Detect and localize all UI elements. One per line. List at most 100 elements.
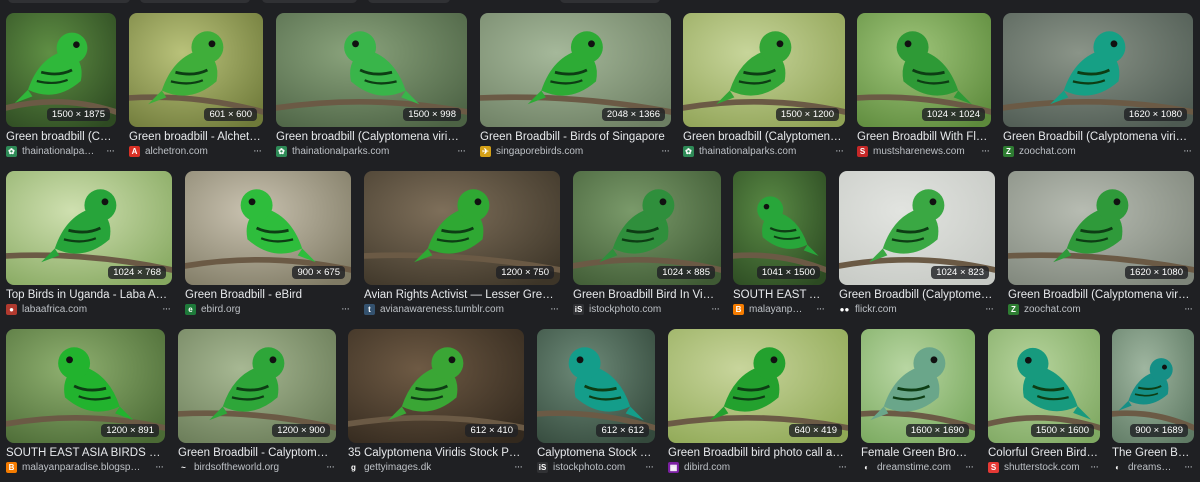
image-result-card[interactable]: 1620 × 1080 Green Broadbill (Calyptomena … (1003, 13, 1193, 159)
result-title[interactable]: Green broadbill - Alchetron, The Fr... (129, 130, 261, 144)
result-title[interactable]: 35 Calyptomena Viridis Stock Photos, Hig… (348, 446, 522, 460)
result-thumbnail[interactable]: 1024 × 768 (6, 171, 172, 285)
filter-chip[interactable] (140, 0, 250, 3)
image-result-card[interactable]: 612 × 410 35 Calyptomena Viridis Stock Ph… (348, 329, 524, 475)
result-source[interactable]: ● labaafrica.com (6, 302, 152, 316)
filter-chip[interactable] (368, 0, 450, 3)
more-options-icon[interactable]: ··· (162, 302, 171, 316)
result-thumbnail[interactable]: 900 × 1689 (1112, 329, 1194, 443)
result-source[interactable]: Bmalayanparadis... (733, 302, 806, 316)
result-source[interactable]: Zzoochat.com (1003, 144, 1173, 158)
result-thumbnail[interactable]: 1200 × 891 (6, 329, 165, 443)
result-source[interactable]: ▦ dibird.com (668, 460, 828, 474)
result-title[interactable]: The Green Broadbill ... (1112, 446, 1192, 460)
result-source[interactable]: ◐ dreamstime... (1112, 460, 1174, 474)
result-title[interactable]: Green Broadbill Bird In Vivid Color Cal.… (573, 288, 719, 302)
result-source[interactable]: ✿ thainationalparks.com (6, 144, 96, 158)
result-thumbnail[interactable]: 900 × 675 (185, 171, 351, 285)
more-options-icon[interactable]: ··· (457, 144, 466, 158)
filter-chip[interactable] (560, 0, 660, 3)
more-options-icon[interactable]: ··· (326, 460, 335, 474)
image-result-card[interactable]: 900 × 675 Green Broadbill - eBird e ebird.o… (185, 171, 351, 317)
more-options-icon[interactable]: ··· (1183, 144, 1192, 158)
result-title[interactable]: Top Birds in Uganda - Laba Africa Expedi… (6, 288, 170, 302)
more-options-icon[interactable]: ··· (835, 144, 844, 158)
more-options-icon[interactable]: ··· (711, 302, 720, 316)
result-source[interactable]: e ebird.org (185, 302, 331, 316)
result-thumbnail[interactable]: 601 × 600 (129, 13, 263, 127)
result-thumbnail[interactable]: 1620 × 1080 (1003, 13, 1193, 127)
image-result-card[interactable]: 1500 × 1875 Green broadbill (Calyptomena … (6, 13, 116, 159)
image-result-card[interactable]: 900 × 1689 The Green Broadbill ...◐ dreams… (1112, 329, 1194, 475)
image-result-card[interactable]: 1500 × 1600 Colorful Green Bird Male Gre.… (988, 329, 1100, 475)
filter-chip[interactable] (262, 0, 357, 3)
image-result-card[interactable]: 612 × 612 Calyptomena Stock Photos, Pi...… (537, 329, 655, 475)
image-result-card[interactable]: 2048 × 1366 Green Broadbill - Birds of Si… (480, 13, 671, 159)
result-source[interactable]: ●● flickr.com (839, 302, 975, 316)
more-options-icon[interactable]: ··· (981, 144, 990, 158)
result-thumbnail[interactable]: 1200 × 900 (178, 329, 336, 443)
result-title[interactable]: Green Broadbill (Calyptomena viridis) - … (1003, 130, 1191, 144)
result-source[interactable]: iS istockphoto.com (537, 460, 635, 474)
more-options-icon[interactable]: ··· (1184, 460, 1193, 474)
result-source[interactable]: t avianawareness.tumblr.com (364, 302, 540, 316)
result-thumbnail[interactable]: 1500 × 1875 (6, 13, 116, 127)
result-title[interactable]: Green Broadbill - Calyptomena viridis - … (178, 446, 334, 460)
more-options-icon[interactable]: ··· (341, 302, 350, 316)
result-title[interactable]: Green Broadbill - Birds of Singapore (480, 130, 669, 144)
result-title[interactable]: Green Broadbill (Calyptomena viridis) | … (839, 288, 993, 302)
result-source[interactable]: ✿ thainationalparks.com (683, 144, 825, 158)
result-title[interactable]: Green broadbill (Calyptomena viridis) (683, 130, 843, 144)
result-thumbnail[interactable]: 1500 × 998 (276, 13, 467, 127)
result-source[interactable]: ◐ dreamstime.com (861, 460, 955, 474)
result-title[interactable]: Green broadbill (Calyptomena viridis) ..… (6, 130, 114, 144)
more-options-icon[interactable]: ··· (838, 460, 847, 474)
image-result-card[interactable]: 1200 × 900 Green Broadbill - Calyptomena … (178, 329, 336, 475)
result-source[interactable]: ✈ singaporebirds.com (480, 144, 651, 158)
image-result-card[interactable]: 1041 × 1500 SOUTH EAST ASIA BIR...Bmalaya… (733, 171, 826, 317)
more-options-icon[interactable]: ··· (155, 460, 164, 474)
more-options-icon[interactable]: ··· (965, 460, 974, 474)
result-source[interactable]: g gettyimages.dk (348, 460, 504, 474)
result-thumbnail[interactable]: 1200 × 750 (364, 171, 560, 285)
more-options-icon[interactable]: ··· (106, 144, 115, 158)
result-thumbnail[interactable]: 1600 × 1690 (861, 329, 975, 443)
result-source[interactable]: Sshutterstock.com (988, 460, 1080, 474)
result-source[interactable]: iS istockphoto.com (573, 302, 701, 316)
more-options-icon[interactable]: ··· (816, 302, 825, 316)
filter-chip[interactable] (8, 0, 130, 3)
result-thumbnail[interactable]: 1041 × 1500 (733, 171, 826, 285)
result-title[interactable]: Green Broadbill With Fluffy Beak S... (857, 130, 989, 144)
image-result-card[interactable]: 1620 × 1080 Green Broadbill (Calyptomena … (1008, 171, 1194, 317)
image-result-card[interactable]: 1024 × 885 Green Broadbill Bird In Vivid … (573, 171, 721, 317)
image-result-card[interactable]: 1024 × 768 Top Birds in Uganda - Laba Afr… (6, 171, 172, 317)
result-thumbnail[interactable]: 1024 × 823 (839, 171, 995, 285)
image-result-card[interactable]: 1024 × 1024 Green Broadbill With Fluffy B… (857, 13, 991, 159)
result-thumbnail[interactable]: 1500 × 1600 (988, 329, 1100, 443)
result-title[interactable]: SOUTH EAST ASIA BIR... (733, 288, 824, 302)
result-thumbnail[interactable]: 1620 × 1080 (1008, 171, 1194, 285)
result-thumbnail[interactable]: 612 × 612 (537, 329, 655, 443)
more-options-icon[interactable]: ··· (985, 302, 994, 316)
result-title[interactable]: Green Broadbill - eBird (185, 288, 349, 302)
result-title[interactable]: SOUTH EAST ASIA BIRDS - Malaysia birds..… (6, 446, 163, 460)
result-title[interactable]: Green Broadbill bird photo call and song… (668, 446, 846, 460)
result-source[interactable]: Zzoochat.com (1008, 302, 1174, 316)
result-source[interactable]: Aalchetron.com (129, 144, 243, 158)
result-thumbnail[interactable]: 612 × 410 (348, 329, 524, 443)
more-options-icon[interactable]: ··· (1090, 460, 1099, 474)
image-result-card[interactable]: 1024 × 823 Green Broadbill (Calyptomena v… (839, 171, 995, 317)
more-options-icon[interactable]: ··· (514, 460, 523, 474)
more-options-icon[interactable]: ··· (253, 144, 262, 158)
image-result-card[interactable]: 1200 × 750 Avian Rights Activist — Lesser… (364, 171, 560, 317)
result-title[interactable]: Green Broadbill (Calyptomena viridis) - … (1008, 288, 1192, 302)
result-source[interactable]: ~ birdsoftheworld.org (178, 460, 316, 474)
more-options-icon[interactable]: ··· (1184, 302, 1193, 316)
result-title[interactable]: Colorful Green Bird Male Gre... (988, 446, 1098, 460)
more-options-icon[interactable]: ··· (661, 144, 670, 158)
image-result-card[interactable]: 1500 × 998 Green broadbill (Calyptomena v… (276, 13, 467, 159)
result-title[interactable]: Female Green Broadbill stoc... (861, 446, 973, 460)
result-title[interactable]: Green broadbill (Calyptomena viridis) (276, 130, 465, 144)
result-thumbnail[interactable]: 2048 × 1366 (480, 13, 671, 127)
result-title[interactable]: Avian Rights Activist — Lesser Green Bro… (364, 288, 558, 302)
